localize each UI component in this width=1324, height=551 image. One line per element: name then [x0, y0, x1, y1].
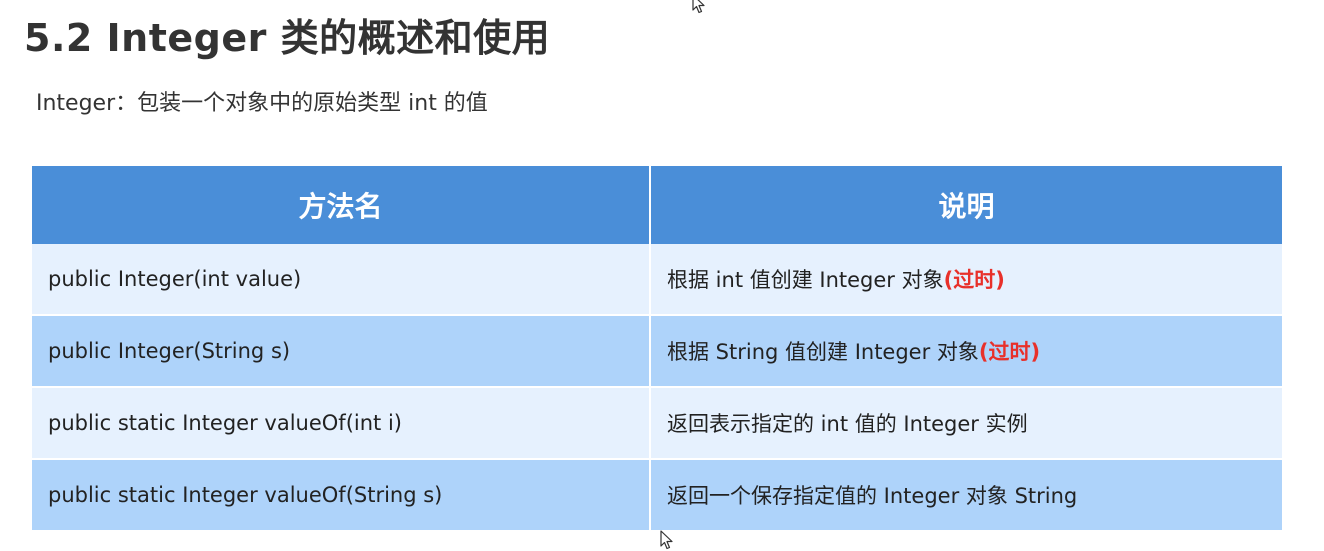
deprecated-badge: (过时): [943, 268, 1005, 292]
page-title: 5.2 Integer 类的概述和使用: [24, 16, 551, 60]
methods-table: 方法名 说明 public Integer(int value) 根据 int …: [32, 166, 1282, 530]
page-subtitle: Integer：包装一个对象中的原始类型 int 的值: [36, 91, 488, 116]
table-row: public Integer(int value) 根据 int 值创建 Int…: [32, 244, 1282, 315]
header-description: 说明: [649, 166, 1282, 244]
description-text: 根据 String 值创建 Integer 对象: [667, 340, 979, 364]
description-text: 根据 int 值创建 Integer 对象: [667, 268, 944, 292]
deprecated-badge: (过时): [978, 340, 1041, 364]
method-cell: public static Integer valueOf(String s): [32, 458, 650, 530]
method-cell: public Integer(String s): [32, 314, 650, 387]
description-cell: 根据 int 值创建 Integer 对象(过时): [649, 244, 1282, 315]
description-cell: 返回表示指定的 int 值的 Integer 实例: [649, 386, 1282, 459]
table-row: public static Integer valueOf(int i) 返回表…: [32, 386, 1282, 459]
description-cell: 返回一个保存指定值的 Integer 对象 String: [649, 458, 1282, 530]
method-cell: public static Integer valueOf(int i): [32, 386, 650, 459]
description-cell: 根据 String 值创建 Integer 对象(过时): [649, 314, 1282, 387]
header-method-name: 方法名: [32, 166, 650, 244]
mouse-cursor-icon: [660, 530, 673, 550]
table-row: public static Integer valueOf(String s) …: [32, 458, 1282, 530]
method-cell: public Integer(int value): [32, 244, 650, 315]
mouse-cursor-icon: [692, 0, 705, 14]
table-header-row: 方法名 说明: [32, 166, 1282, 244]
table-row: public Integer(String s) 根据 String 值创建 I…: [32, 314, 1282, 387]
